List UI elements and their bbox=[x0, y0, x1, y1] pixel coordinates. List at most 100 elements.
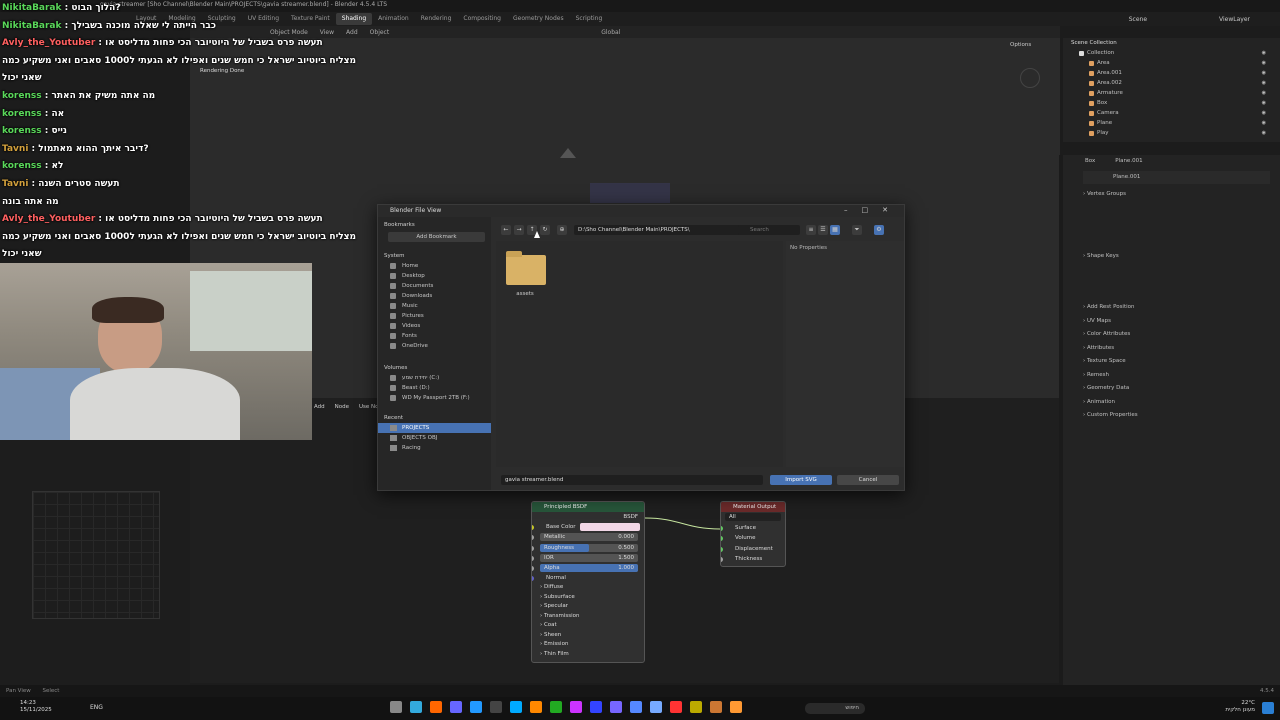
taskbar-search[interactable]: חיפוש bbox=[805, 703, 865, 714]
eye-icon[interactable]: ◉ bbox=[1262, 118, 1266, 128]
taskbar-app-icon[interactable] bbox=[490, 701, 502, 713]
alpha-field[interactable]: Alpha 1.000 bbox=[532, 563, 644, 573]
thumbnails-icon[interactable]: ▦ bbox=[830, 225, 840, 235]
folder-assets[interactable]: assets bbox=[504, 249, 546, 307]
recent-item[interactable]: OBJECTS OBJ bbox=[378, 433, 491, 443]
eye-icon[interactable]: ◉ bbox=[1262, 128, 1266, 138]
taskbar-app-icon[interactable] bbox=[410, 701, 422, 713]
ior-field[interactable]: IOR 1.500 bbox=[532, 553, 644, 563]
system-bookmark[interactable]: Documents bbox=[378, 281, 491, 291]
filter-icon[interactable]: ⏷ bbox=[852, 225, 862, 235]
outliner-item[interactable]: Area ◉ bbox=[1063, 58, 1280, 68]
close-icon[interactable]: ✕ bbox=[882, 206, 888, 214]
property-section[interactable]: › UV Maps bbox=[1063, 315, 1280, 329]
system-bookmark[interactable]: Videos bbox=[378, 321, 491, 331]
add-menu[interactable]: Add bbox=[346, 29, 358, 36]
socket-icon[interactable] bbox=[721, 546, 723, 552]
maximize-icon[interactable]: □ bbox=[862, 206, 869, 214]
refresh-icon[interactable]: ↻ bbox=[540, 225, 550, 235]
taskbar-app-icon[interactable] bbox=[450, 701, 462, 713]
volume-item[interactable]: Beast (D:) bbox=[378, 383, 491, 393]
eye-icon[interactable]: ◉ bbox=[1262, 78, 1266, 88]
system-bookmark[interactable]: Fonts bbox=[378, 331, 491, 341]
system-header[interactable]: System bbox=[378, 251, 491, 261]
breadcrumb-object[interactable]: Box bbox=[1085, 155, 1095, 169]
socket-icon[interactable] bbox=[721, 526, 723, 532]
property-section[interactable]: › Attributes bbox=[1063, 342, 1280, 356]
property-section[interactable]: › Custom Properties bbox=[1063, 409, 1280, 423]
eye-icon[interactable]: ◉ bbox=[1262, 88, 1266, 98]
import-svg-button[interactable]: Import SVG bbox=[770, 475, 832, 485]
horizontal-list-icon[interactable]: ☰ bbox=[818, 225, 828, 235]
bsdf-panel[interactable]: › Emission bbox=[532, 640, 644, 650]
bsdf-panel[interactable]: › Diffuse bbox=[532, 583, 644, 593]
breadcrumb-mesh[interactable]: Plane.001 bbox=[1115, 155, 1142, 169]
socket-icon[interactable] bbox=[721, 556, 723, 562]
eye-icon[interactable]: ◉ bbox=[1262, 58, 1266, 68]
windows-start-icon[interactable] bbox=[1262, 702, 1274, 714]
taskbar-app-icon[interactable] bbox=[630, 701, 642, 713]
taskbar-app-icon[interactable] bbox=[430, 701, 442, 713]
taskbar-app-icon[interactable] bbox=[530, 701, 542, 713]
view-layer-selector[interactable]: ViewLayer bbox=[1219, 16, 1250, 23]
filename-field[interactable]: gavia streamer.blend bbox=[501, 475, 763, 485]
taskbar-app-icon[interactable] bbox=[610, 701, 622, 713]
workspace-tab-rendering[interactable]: Rendering bbox=[415, 13, 458, 25]
recent-header[interactable]: Recent bbox=[378, 413, 491, 423]
recent-item[interactable]: Racing bbox=[378, 443, 491, 453]
property-section[interactable]: › Remesh bbox=[1063, 369, 1280, 383]
workspace-tab-shading[interactable]: Shading bbox=[335, 13, 373, 25]
cancel-button[interactable]: Cancel bbox=[837, 475, 899, 485]
base-color-row[interactable]: Base Color bbox=[532, 522, 644, 532]
taskbar-app-icon[interactable] bbox=[590, 701, 602, 713]
taskbar-app-icon[interactable] bbox=[510, 701, 522, 713]
weather-temp[interactable]: 22°C bbox=[1225, 700, 1255, 707]
bsdf-panel[interactable]: › Subsurface bbox=[532, 593, 644, 603]
property-section[interactable]: › Shape Keys bbox=[1063, 250, 1280, 264]
system-bookmark[interactable]: Home bbox=[378, 261, 491, 271]
taskbar-app-icon[interactable] bbox=[470, 701, 482, 713]
bsdf-panel[interactable]: › Coat bbox=[532, 621, 644, 631]
property-section[interactable]: › Geometry Data bbox=[1063, 382, 1280, 396]
eye-icon[interactable]: ◉ bbox=[1262, 68, 1266, 78]
system-bookmark[interactable]: Pictures bbox=[378, 311, 491, 321]
socket-icon[interactable] bbox=[721, 536, 723, 542]
workspace-tab-geometry-nodes[interactable]: Geometry Nodes bbox=[507, 13, 570, 25]
workspace-tab-compositing[interactable]: Compositing bbox=[457, 13, 507, 25]
outliner-item[interactable]: Area.002 ◉ bbox=[1063, 78, 1280, 88]
property-section[interactable]: › Color Attributes bbox=[1063, 328, 1280, 342]
orientation-dropdown[interactable]: Global bbox=[601, 29, 620, 36]
bsdf-panel[interactable]: › Specular bbox=[532, 602, 644, 612]
taskbar-app-icon[interactable] bbox=[550, 701, 562, 713]
system-bookmark[interactable]: OneDrive bbox=[378, 341, 491, 351]
forward-icon[interactable]: → bbox=[514, 225, 524, 235]
weather-desc[interactable]: מעונן חלקית bbox=[1225, 707, 1255, 714]
taskbar-app-icon[interactable] bbox=[390, 701, 402, 713]
bsdf-panel[interactable]: › Thin Film bbox=[532, 650, 644, 660]
add-bookmark-button[interactable]: Add Bookmark bbox=[388, 232, 485, 242]
taskbar-app-icon[interactable] bbox=[670, 701, 682, 713]
mesh-name-field[interactable]: Plane.001 bbox=[1083, 170, 1270, 184]
outliner-item[interactable]: Collection ◉ bbox=[1063, 48, 1280, 58]
material-output-node[interactable]: Material Output All Surface Volume Displac… bbox=[720, 501, 786, 567]
navigation-gizmo[interactable] bbox=[1020, 68, 1040, 88]
file-browser-area[interactable]: assets bbox=[496, 241, 783, 467]
minimize-icon[interactable]: – bbox=[844, 206, 848, 214]
new-folder-icon[interactable]: ⊕ bbox=[557, 225, 567, 235]
workspace-tab-animation[interactable]: Animation bbox=[372, 13, 415, 25]
bsdf-panel[interactable]: › Sheen bbox=[532, 631, 644, 641]
search-field[interactable]: Search bbox=[738, 225, 800, 235]
system-bookmark[interactable]: Music bbox=[378, 301, 491, 311]
taskbar-app-icon[interactable] bbox=[710, 701, 722, 713]
property-section[interactable]: › Vertex Groups bbox=[1063, 188, 1280, 202]
object-menu[interactable]: Object bbox=[370, 29, 390, 36]
recent-item[interactable]: PROJECTS bbox=[378, 423, 491, 433]
eye-icon[interactable]: ◉ bbox=[1262, 108, 1266, 118]
volume-item[interactable]: יחידת שמע (C:) bbox=[378, 373, 491, 383]
roughness-field[interactable]: Roughness 0.500 bbox=[532, 543, 644, 553]
outliner-item[interactable]: Area.001 ◉ bbox=[1063, 68, 1280, 78]
system-bookmark[interactable]: Downloads bbox=[378, 291, 491, 301]
principled-bsdf-node[interactable]: Principled BSDF BSDF Base Color Metallic… bbox=[531, 501, 645, 663]
property-section[interactable]: › Animation bbox=[1063, 396, 1280, 410]
taskbar-app-icon[interactable] bbox=[690, 701, 702, 713]
